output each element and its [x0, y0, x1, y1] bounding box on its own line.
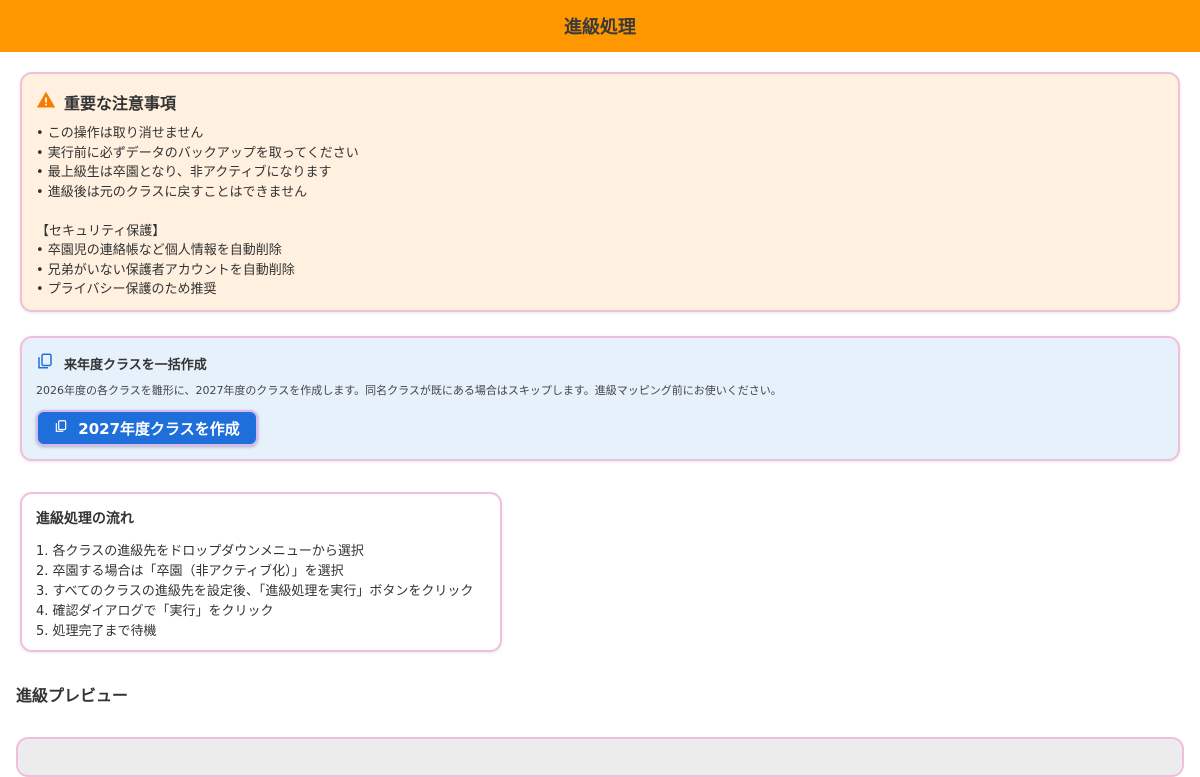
create-classes-button-label: 2027年度クラスを作成	[78, 419, 240, 438]
page-title: 進級処理	[564, 17, 636, 38]
bulk-create-header: 来年度クラスを一括作成	[36, 352, 1164, 374]
warning-item: • この操作は取り消せません	[36, 126, 204, 141]
flow-step: 2. 卒園する場合は「卒園（非アクティブ化）」を選択	[36, 564, 344, 579]
bulk-create-card: 来年度クラスを一括作成 2026年度の各クラスを雛形に、2027年度のクラスを作…	[20, 336, 1180, 461]
warning-title: 重要な注意事項	[64, 94, 177, 113]
security-item: • 兄弟がいない保護者アカウントを自動削除	[36, 262, 295, 278]
preview-title: 進級プレビュー	[16, 686, 129, 705]
security-heading: 【セキュリティ保護】	[36, 223, 166, 239]
flow-step: 4. 確認ダイアログで「実行」をクリック	[36, 604, 274, 619]
warning-item: • 進級後は元のクラスに戻すことはできません	[36, 184, 308, 200]
copy-icon	[36, 352, 54, 374]
bulk-create-description: 2026年度の各クラスを雛形に、2027年度のクラスを作成します。同名クラスが既…	[36, 384, 782, 397]
flow-step: 1. 各クラスの進級先をドロップダウンメニューから選択	[36, 544, 364, 559]
security-item: • 卒園児の連絡帳など個人情報を自動削除	[36, 243, 282, 258]
flow-step: 5. 処理完了まで待機	[36, 624, 157, 639]
app-header: 進級処理	[0, 0, 1200, 52]
copy-icon	[54, 419, 68, 437]
flow-steps: 1. 各クラスの進級先をドロップダウンメニューから選択 2. 卒園する場合は「卒…	[36, 542, 486, 642]
warning-header: 重要な注意事項	[36, 88, 1164, 116]
security-item: • プライバシー保護のため推奨	[36, 282, 217, 297]
bulk-create-title: 来年度クラスを一括作成	[64, 357, 207, 373]
warning-triangle-icon	[36, 90, 56, 114]
warning-item: • 実行前に必ずデータのバックアップを取ってください	[36, 145, 359, 161]
warning-item: • 最上級生は卒園となり、非アクティブになります	[36, 165, 332, 180]
warning-card: 重要な注意事項 • この操作は取り消せません • 実行前に必ずデータのバックアッ…	[20, 72, 1180, 312]
warning-list: • この操作は取り消せません • 実行前に必ずデータのバックアップを取ってくださ…	[36, 124, 1164, 300]
flow-step: 3. すべてのクラスの進級先を設定後、「進級処理を実行」ボタンをクリック	[36, 584, 474, 599]
create-classes-button[interactable]: 2027年度クラスを作成	[36, 410, 258, 446]
preview-card	[16, 737, 1184, 777]
flow-card: 進級処理の流れ 1. 各クラスの進級先をドロップダウンメニューから選択 2. 卒…	[20, 492, 502, 652]
flow-title: 進級処理の流れ	[36, 511, 134, 527]
